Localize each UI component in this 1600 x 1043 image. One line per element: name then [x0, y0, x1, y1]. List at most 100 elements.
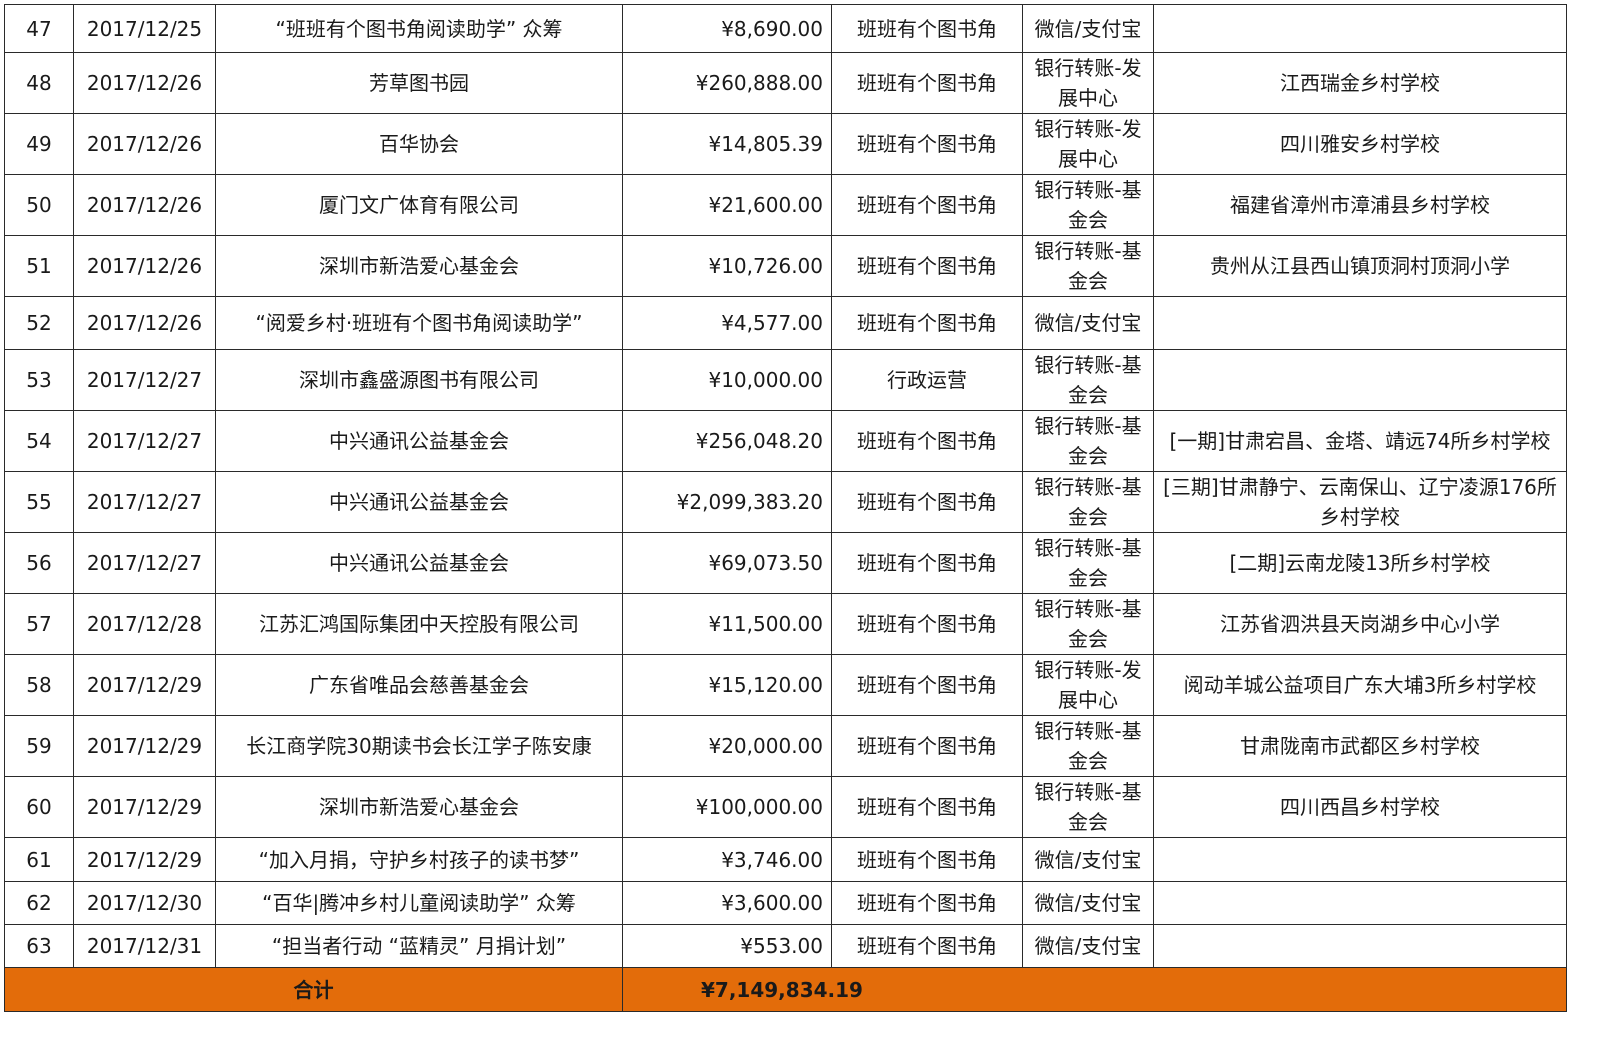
payment-method-cell: 银行转账-基金会	[1022, 593, 1154, 655]
date-cell: 2017/12/29	[73, 837, 216, 882]
table-row: 62 2017/12/30 “百华|腾冲乡村儿童阅读助学” 众筹 ¥3,600.00 班…	[4, 881, 1567, 925]
project-cell: 班班有个图书角	[831, 715, 1023, 777]
project-cell: 行政运营	[831, 349, 1023, 411]
date-cell: 2017/12/26	[73, 113, 216, 175]
row-number-cell: 53	[4, 349, 74, 411]
donor-cell: 深圳市鑫盛源图书有限公司	[215, 349, 623, 411]
project-cell: 班班有个图书角	[831, 52, 1023, 114]
row-number-cell: 51	[4, 235, 74, 297]
payment-method-cell: 银行转账-基金会	[1022, 776, 1154, 838]
payment-method-cell: 银行转账-基金会	[1022, 349, 1154, 411]
amount-cell: ¥3,746.00	[622, 837, 832, 882]
donor-cell: “班班有个图书角阅读助学” 众筹	[215, 4, 623, 53]
beneficiary-cell	[1153, 881, 1567, 925]
donor-cell: 厦门文广体育有限公司	[215, 174, 623, 236]
row-number-cell: 52	[4, 296, 74, 350]
date-cell: 2017/12/26	[73, 174, 216, 236]
table-row: 55 2017/12/27 中兴通讯公益基金会 ¥2,099,383.20 班班有个图书…	[4, 471, 1567, 533]
beneficiary-cell: 江苏省泗洪县天岗湖乡中心小学	[1153, 593, 1567, 655]
table-row: 49 2017/12/26 百华协会 ¥14,805.39 班班有个图书角 银行转账-发展…	[4, 113, 1567, 175]
date-cell: 2017/12/27	[73, 410, 216, 472]
donor-cell: 深圳市新浩爱心基金会	[215, 235, 623, 297]
row-number-cell: 62	[4, 881, 74, 925]
table-row: 58 2017/12/29 广东省唯品会慈善基金会 ¥15,120.00 班班有个图书角…	[4, 654, 1567, 716]
donor-cell: 广东省唯品会慈善基金会	[215, 654, 623, 716]
donor-cell: 百华协会	[215, 113, 623, 175]
date-cell: 2017/12/26	[73, 52, 216, 114]
payment-method-cell: 微信/支付宝	[1022, 924, 1154, 968]
project-cell: 班班有个图书角	[831, 296, 1023, 350]
date-cell: 2017/12/29	[73, 776, 216, 838]
project-cell: 班班有个图书角	[831, 471, 1023, 533]
payment-method-cell: 银行转账-基金会	[1022, 235, 1154, 297]
donor-cell: “担当者行动 “蓝精灵” 月捐计划”	[215, 924, 623, 968]
payment-method-cell: 银行转账-基金会	[1022, 471, 1154, 533]
amount-cell: ¥3,600.00	[622, 881, 832, 925]
beneficiary-cell	[1153, 4, 1567, 53]
payment-method-cell: 微信/支付宝	[1022, 837, 1154, 882]
project-cell: 班班有个图书角	[831, 235, 1023, 297]
beneficiary-cell	[1153, 296, 1567, 350]
beneficiary-cell: 甘肃陇南市武都区乡村学校	[1153, 715, 1567, 777]
payment-method-cell: 微信/支付宝	[1022, 296, 1154, 350]
amount-cell: ¥20,000.00	[622, 715, 832, 777]
row-number-cell: 57	[4, 593, 74, 655]
payment-method-cell: 银行转账-基金会	[1022, 174, 1154, 236]
table-row: 60 2017/12/29 深圳市新浩爱心基金会 ¥100,000.00 班班有个图书角…	[4, 776, 1567, 838]
beneficiary-cell: 阅动羊城公益项目广东大埔3所乡村学校	[1153, 654, 1567, 716]
table-row: 57 2017/12/28 江苏汇鸿国际集团中天控股有限公司 ¥11,500.00 班班…	[4, 593, 1567, 655]
project-cell: 班班有个图书角	[831, 410, 1023, 472]
beneficiary-cell: 四川西昌乡村学校	[1153, 776, 1567, 838]
project-cell: 班班有个图书角	[831, 174, 1023, 236]
table-row: 59 2017/12/29 长江商学院30期读书会长江学子陈安康 ¥20,000.00…	[4, 715, 1567, 777]
donor-cell: 深圳市新浩爱心基金会	[215, 776, 623, 838]
donor-cell: 江苏汇鸿国际集团中天控股有限公司	[215, 593, 623, 655]
amount-cell: ¥69,073.50	[622, 532, 832, 594]
date-cell: 2017/12/27	[73, 471, 216, 533]
payment-method-cell: 银行转账-发展中心	[1022, 52, 1154, 114]
donor-cell: 中兴通讯公益基金会	[215, 532, 623, 594]
project-cell: 班班有个图书角	[831, 776, 1023, 838]
donation-table: 47 2017/12/25 “班班有个图书角阅读助学” 众筹 ¥8,690.00 班班有…	[4, 4, 1567, 1012]
row-number-cell: 56	[4, 532, 74, 594]
total-label: 合计	[4, 967, 623, 1012]
project-cell: 班班有个图书角	[831, 4, 1023, 53]
amount-cell: ¥8,690.00	[622, 4, 832, 53]
date-cell: 2017/12/29	[73, 654, 216, 716]
donor-cell: “百华|腾冲乡村儿童阅读助学” 众筹	[215, 881, 623, 925]
total-row: 合计 ¥7,149,834.19	[4, 967, 1567, 1012]
date-cell: 2017/12/27	[73, 532, 216, 594]
amount-cell: ¥4,577.00	[622, 296, 832, 350]
donor-cell: 长江商学院30期读书会长江学子陈安康	[215, 715, 623, 777]
date-cell: 2017/12/30	[73, 881, 216, 925]
beneficiary-cell	[1153, 924, 1567, 968]
project-cell: 班班有个图书角	[831, 881, 1023, 925]
table-row: 50 2017/12/26 厦门文广体育有限公司 ¥21,600.00 班班有个图书角银…	[4, 174, 1567, 236]
amount-cell: ¥260,888.00	[622, 52, 832, 114]
amount-cell: ¥10,726.00	[622, 235, 832, 297]
payment-method-cell: 银行转账-发展中心	[1022, 113, 1154, 175]
row-number-cell: 47	[4, 4, 74, 53]
total-amount: ¥7,149,834.19	[622, 967, 1567, 1012]
project-cell: 班班有个图书角	[831, 113, 1023, 175]
beneficiary-cell	[1153, 837, 1567, 882]
project-cell: 班班有个图书角	[831, 532, 1023, 594]
donor-cell: “阅爱乡村·班班有个图书角阅读助学”	[215, 296, 623, 350]
date-cell: 2017/12/26	[73, 296, 216, 350]
payment-method-cell: 银行转账-基金会	[1022, 532, 1154, 594]
beneficiary-cell: [三期]甘肃静宁、云南保山、辽宁凌源176所乡村学校	[1153, 471, 1567, 533]
table-row: 51 2017/12/26 深圳市新浩爱心基金会 ¥10,726.00 班班有个图书角银…	[4, 235, 1567, 297]
payment-method-cell: 银行转账-基金会	[1022, 410, 1154, 472]
date-cell: 2017/12/27	[73, 349, 216, 411]
beneficiary-cell: [二期]云南龙陵13所乡村学校	[1153, 532, 1567, 594]
project-cell: 班班有个图书角	[831, 924, 1023, 968]
table-row: 53 2017/12/27 深圳市鑫盛源图书有限公司 ¥10,000.00 行政运营 银行…	[4, 349, 1567, 411]
amount-cell: ¥2,099,383.20	[622, 471, 832, 533]
amount-cell: ¥15,120.00	[622, 654, 832, 716]
beneficiary-cell	[1153, 349, 1567, 411]
beneficiary-cell: 福建省漳州市漳浦县乡村学校	[1153, 174, 1567, 236]
payment-method-cell: 银行转账-发展中心	[1022, 654, 1154, 716]
table-row: 61 2017/12/29 “加入月捐，守护乡村孩子的读书梦” ¥3,746.00 班班…	[4, 837, 1567, 882]
row-number-cell: 55	[4, 471, 74, 533]
amount-cell: ¥21,600.00	[622, 174, 832, 236]
